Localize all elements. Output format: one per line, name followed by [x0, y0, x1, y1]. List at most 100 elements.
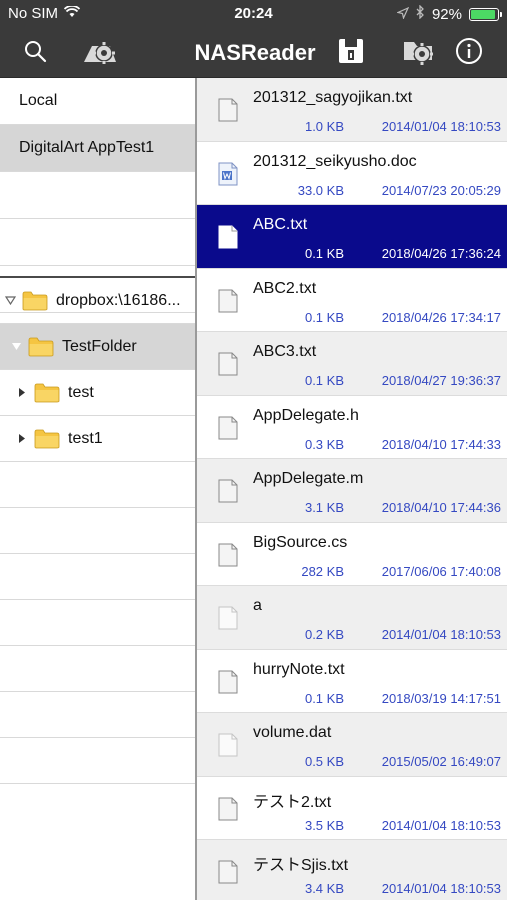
- file-name: ABC.txt: [253, 216, 308, 233]
- info-icon: [455, 37, 483, 70]
- server-settings-button[interactable]: [80, 36, 120, 70]
- search-icon: [23, 39, 47, 68]
- file-size: 0.3 KB: [304, 436, 344, 452]
- tree-item-dropbox[interactable]: dropbox:\16186...: [0, 278, 195, 324]
- empty-row: [0, 219, 195, 266]
- file-name: 201312_sagyojikan.txt: [253, 89, 413, 106]
- file-row[interactable]: ABC3.txt 0.1 KB 2018/04/27 19:36:37: [197, 332, 507, 396]
- text-file-icon: [218, 225, 238, 249]
- tree-item-label: test1: [68, 429, 103, 447]
- collapsed-triangle-icon[interactable]: [16, 433, 28, 445]
- bluetooth-icon: [416, 4, 425, 23]
- file-size: 3.5 KB: [304, 817, 344, 833]
- file-size: 0.5 KB: [304, 754, 344, 769]
- file-row[interactable]: BigSource.cs 282 KB 2017/06/06 17:40:08: [197, 523, 507, 586]
- empty-row: [0, 646, 195, 692]
- file-date: 2018/04/27 19:36:37: [381, 373, 501, 388]
- server-label: Local: [19, 92, 58, 109]
- file-row[interactable]: AppDelegate.m 3.1 KB 2018/04/10 17:44:36: [197, 459, 507, 523]
- battery-percent: 92%: [431, 5, 462, 23]
- file-name: volume.dat: [253, 724, 332, 741]
- file-name: hurryNote.txt: [253, 660, 345, 678]
- file-row[interactable]: テスト2.txt 3.5 KB 2014/01/04 18:10:53: [197, 777, 507, 840]
- battery-fill: [471, 9, 495, 19]
- text-file-icon: [218, 670, 238, 693]
- text-file-icon: [218, 416, 238, 439]
- collapsed-triangle-icon[interactable]: [16, 387, 28, 399]
- file-row-selected[interactable]: ABC.txt 0.1 KB 2018/04/26 17:36:24: [197, 205, 507, 269]
- file-name: テストSjis.txt: [253, 857, 349, 874]
- search-button[interactable]: [18, 36, 52, 70]
- file-date: 2014/01/04 18:10:53: [381, 627, 501, 642]
- server-item-local[interactable]: Local: [0, 78, 195, 125]
- empty-row: [0, 692, 195, 738]
- file-row[interactable]: テストSjis.txt 3.4 KB 2014/01/04 18:10:53: [197, 840, 507, 900]
- file-date: 2018/03/19 14:17:51: [381, 690, 501, 706]
- file-size: 33.0 KB: [297, 182, 344, 198]
- text-file-icon: [218, 543, 238, 566]
- server-item-digitalart[interactable]: DigitalArt AppTest1: [0, 125, 195, 172]
- server-label: DigitalArt AppTest1: [19, 139, 155, 156]
- file-date: 2018/04/10 17:44:36: [381, 500, 501, 515]
- nav-bar: NASReader: [0, 28, 507, 78]
- location-icon: [396, 6, 410, 23]
- file-list: 201312_sagyojikan.txt 1.0 KB 2014/01/04 …: [197, 78, 507, 900]
- tree-item-test[interactable]: test: [0, 370, 195, 416]
- empty-row: [0, 738, 195, 784]
- battery-icon: [469, 7, 502, 21]
- file-name: AppDelegate.m: [253, 470, 364, 487]
- blank-file-icon: [218, 606, 238, 630]
- file-date: 2018/04/26 17:34:17: [381, 309, 501, 325]
- text-file-icon: [218, 479, 238, 503]
- status-bar: No SIM 20:24 92%: [0, 0, 507, 28]
- file-name: テスト2.txt: [253, 793, 332, 811]
- tree-item-testfolder[interactable]: TestFolder: [0, 324, 195, 370]
- folder-icon: [34, 383, 60, 402]
- settings-button[interactable]: [398, 36, 438, 70]
- file-name: AppDelegate.h: [253, 406, 359, 424]
- file-row[interactable]: a 0.2 KB 2014/01/04 18:10:53: [197, 586, 507, 650]
- expanded-triangle-icon[interactable]: [4, 295, 16, 307]
- file-size: 0.1 KB: [304, 246, 344, 261]
- file-date: 2014/01/04 18:10:53: [381, 881, 501, 896]
- file-size: 0.1 KB: [304, 309, 344, 325]
- save-button[interactable]: [334, 36, 368, 70]
- file-row[interactable]: 201312_seikyusho.doc 33.0 KB 2014/07/23 …: [197, 142, 507, 205]
- file-name: 201312_seikyusho.doc: [253, 152, 417, 170]
- folder-icon: [34, 429, 60, 448]
- text-file-icon: [218, 98, 238, 122]
- text-file-icon: [218, 289, 238, 312]
- tree-item-test1[interactable]: test1: [0, 416, 195, 462]
- file-size: 0.1 KB: [304, 373, 344, 388]
- file-date: 2017/06/06 17:40:08: [381, 563, 501, 579]
- file-size: 3.1 KB: [304, 500, 344, 515]
- status-right: 92%: [396, 4, 502, 23]
- info-button[interactable]: [452, 36, 486, 70]
- save-icon: [336, 36, 366, 71]
- tree-item-label: TestFolder: [62, 337, 137, 355]
- empty-row: [0, 554, 195, 600]
- text-file-icon: [218, 352, 238, 376]
- folder-icon: [28, 337, 54, 356]
- file-size: 3.4 KB: [304, 881, 344, 896]
- word-file-icon: [218, 162, 238, 185]
- file-name: ABC2.txt: [253, 279, 317, 297]
- expanded-triangle-icon[interactable]: [10, 341, 22, 353]
- file-row[interactable]: volume.dat 0.5 KB 2015/05/02 16:49:07: [197, 713, 507, 777]
- file-name: BigSource.cs: [253, 533, 348, 551]
- file-row[interactable]: ABC2.txt 0.1 KB 2018/04/26 17:34:17: [197, 269, 507, 332]
- text-file-icon: [218, 860, 238, 884]
- server-settings-icon: [82, 36, 118, 71]
- empty-row: [0, 462, 195, 508]
- file-row[interactable]: 201312_sagyojikan.txt 1.0 KB 2014/01/04 …: [197, 78, 507, 142]
- file-date: 2014/01/04 18:10:53: [381, 119, 501, 134]
- file-row[interactable]: AppDelegate.h 0.3 KB 2018/04/10 17:44:33: [197, 396, 507, 459]
- nav-title: NASReader: [194, 40, 316, 65]
- blank-file-icon: [218, 733, 238, 757]
- file-row[interactable]: hurryNote.txt 0.1 KB 2018/03/19 14:17:51: [197, 650, 507, 713]
- file-date: 2014/07/23 20:05:29: [381, 182, 501, 198]
- text-file-icon: [218, 797, 238, 820]
- empty-row: [0, 600, 195, 646]
- folder-icon: [22, 291, 48, 310]
- tree-item-label: test: [68, 383, 94, 401]
